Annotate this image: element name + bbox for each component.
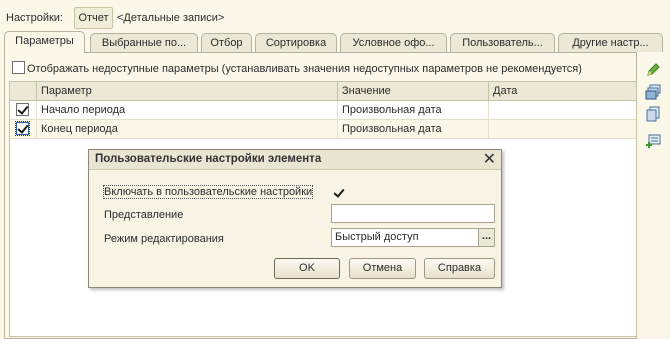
row-value[interactable]: Произвольная дата	[337, 120, 488, 138]
include-checkbox[interactable]	[332, 186, 345, 199]
tab-filter[interactable]: Отбор	[201, 33, 252, 52]
presentation-field[interactable]	[331, 204, 495, 223]
row-check-cell	[10, 120, 36, 138]
settings-bar: Настройки: Отчет <Детальные записи>	[0, 0, 670, 34]
user-settings-dialog: Пользовательские настройки элемента ✕ Вк…	[88, 149, 502, 288]
settings-label: Настройки:	[6, 12, 63, 24]
table-row[interactable]: Начало периода Произвольная дата	[10, 101, 636, 120]
select-button[interactable]: ...	[478, 228, 495, 247]
presentation-label: Представление	[104, 209, 184, 221]
copy-icon[interactable]	[645, 106, 661, 122]
header-value[interactable]: Значение	[337, 82, 488, 101]
row-parameter: Начало периода	[36, 101, 337, 119]
show-unavailable-label: Отображать недоступные параметры (устана…	[27, 63, 582, 75]
show-unavailable-option[interactable]: Отображать недоступные параметры (устана…	[12, 61, 582, 75]
dialog-title: Пользовательские настройки элемента	[95, 153, 322, 165]
row-date[interactable]	[488, 101, 636, 119]
tab-user[interactable]: Пользователь...	[450, 33, 555, 52]
edit-mode-label: Режим редактирования	[104, 233, 224, 245]
dialog-titlebar[interactable]: Пользовательские настройки элемента ✕	[89, 150, 501, 170]
help-button[interactable]: Справка	[424, 258, 495, 279]
header-date[interactable]: Дата	[488, 82, 636, 101]
tab-selected-fields[interactable]: Выбранные по...	[90, 33, 198, 52]
header-parameter[interactable]: Параметр	[36, 82, 337, 101]
row-checkbox[interactable]	[16, 103, 29, 116]
tab-conditional-format[interactable]: Условное офо...	[340, 33, 447, 52]
tab-sort[interactable]: Сортировка	[255, 33, 337, 52]
include-label[interactable]: Включать в пользовательские настройки	[102, 185, 314, 199]
row-parameter: Конец периода	[36, 120, 337, 138]
row-date[interactable]	[488, 120, 636, 138]
row-checkbox[interactable]	[15, 121, 30, 136]
variant-link[interactable]: <Детальные записи>	[117, 12, 224, 24]
header-check-col	[10, 82, 36, 101]
edit-mode-value: Быстрый доступ	[335, 231, 419, 243]
tab-other-settings[interactable]: Другие настр...	[558, 33, 663, 52]
edit-mode-field[interactable]: Быстрый доступ ...	[331, 228, 495, 247]
tab-bar: Параметры Выбранные по... Отбор Сортиров…	[4, 31, 668, 53]
table-header: Параметр Значение Дата	[10, 82, 636, 101]
pencil-icon[interactable]	[645, 62, 661, 78]
ok-button[interactable]: OK	[274, 258, 340, 279]
tab-parameters[interactable]: Параметры	[4, 31, 85, 53]
close-icon[interactable]: ✕	[483, 151, 496, 169]
cancel-button[interactable]: Отмена	[349, 258, 416, 279]
add-settings-icon[interactable]	[645, 134, 661, 150]
show-unavailable-checkbox[interactable]	[12, 61, 25, 74]
report-button[interactable]: Отчет	[74, 7, 113, 29]
table-row[interactable]: Конец периода Произвольная дата	[10, 120, 636, 139]
row-check-cell	[10, 101, 36, 119]
layers-icon[interactable]	[645, 84, 661, 100]
row-value[interactable]: Произвольная дата	[337, 101, 488, 119]
